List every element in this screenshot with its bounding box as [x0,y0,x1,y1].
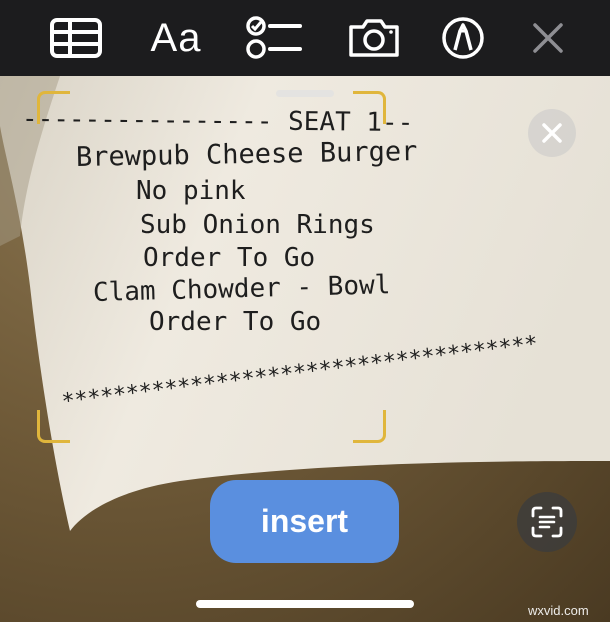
top-toolbar: Aa [0,0,610,76]
sheet-grabber[interactable] [276,90,334,97]
selection-corner-bottom-left [37,410,70,443]
markup-pen-icon [442,17,484,59]
live-text-scan-icon [531,506,563,538]
watermark: wxvid.com [528,603,589,618]
camera-preview: ---------------- SEAT 1-- Brewpub Cheese… [0,76,610,622]
table-icon [50,18,102,58]
receipt-line: Sub Onion Rings [140,210,375,240]
receipt-line: Order To Go [143,243,316,273]
selection-corner-bottom-right [353,410,386,443]
text-format-icon: Aa [150,15,202,60]
receipt-line: Order To Go [149,307,322,337]
receipt-line: Brewpub Cheese Burger [75,136,418,173]
receipt-line: No pink [136,176,246,206]
table-button[interactable] [48,12,104,64]
close-icon [533,23,563,53]
text-format-button[interactable]: Aa [148,12,204,64]
close-circle-icon [542,123,562,143]
live-text-scan-button[interactable] [517,492,577,552]
selection-corner-top-right [353,91,386,124]
close-button[interactable] [520,12,576,64]
checklist-button[interactable] [246,12,302,64]
insert-button[interactable]: insert [210,480,399,563]
camera-icon [349,19,399,57]
receipt-line: Clam Chowder - Bowl [92,270,391,308]
selection-corner-top-left [37,91,70,124]
dismiss-button[interactable] [528,109,576,157]
checklist-icon [246,16,302,59]
camera-button[interactable] [346,12,402,64]
home-indicator[interactable] [196,600,414,608]
markup-button[interactable] [435,12,491,64]
receipt-stars: ************************************* [60,331,539,415]
